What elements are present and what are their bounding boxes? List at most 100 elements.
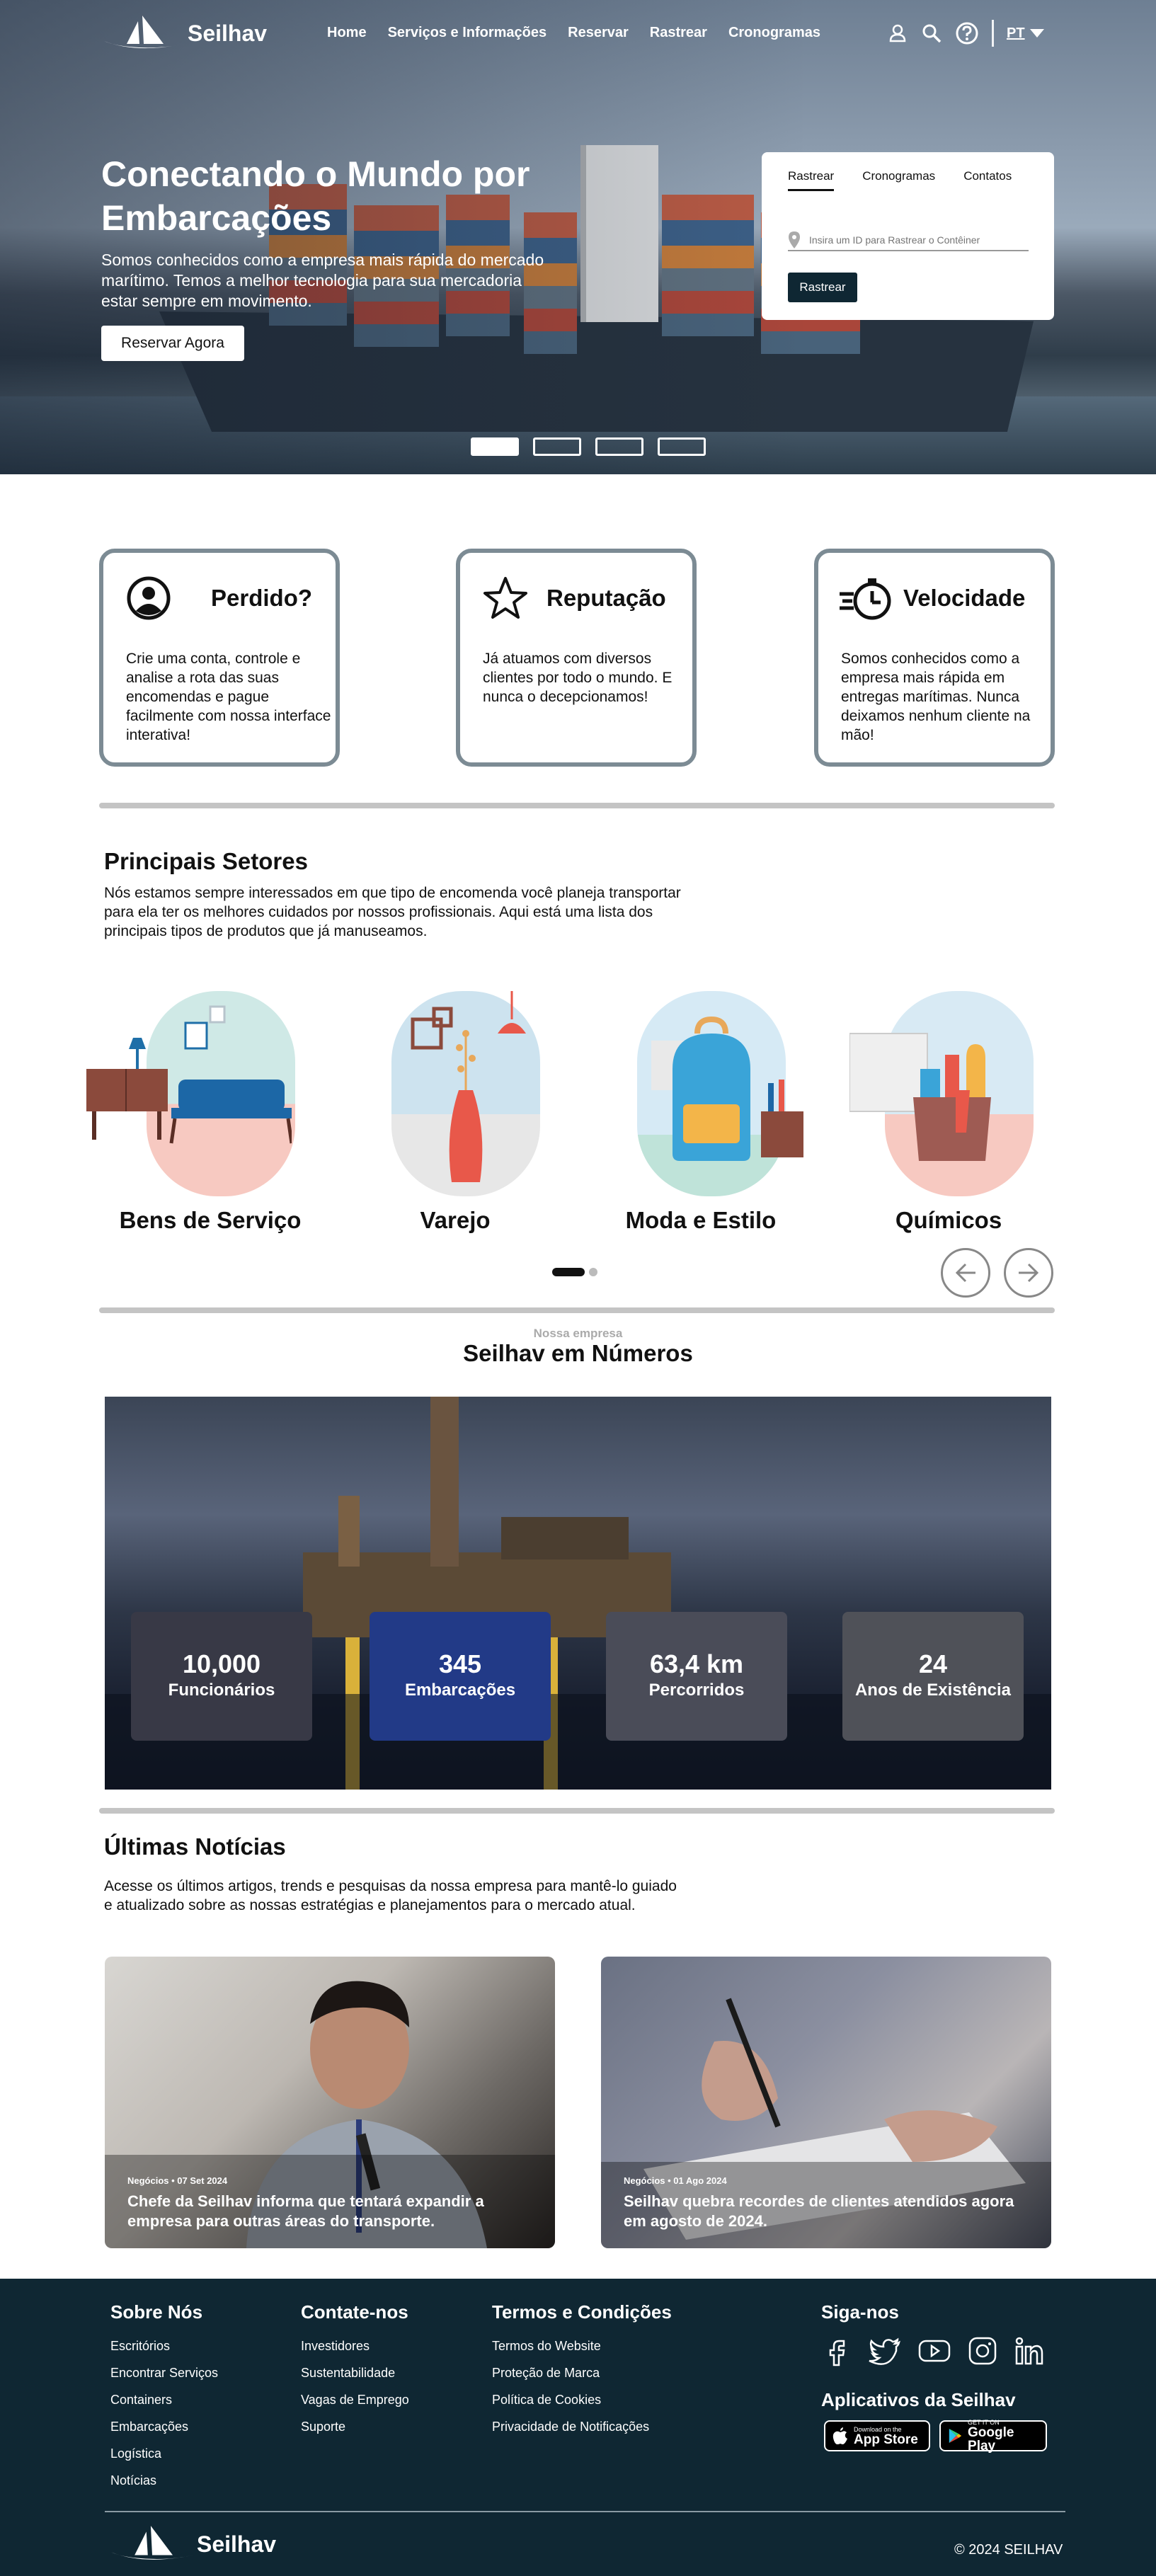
footer-link[interactable]: Vagas de Emprego [301, 2393, 409, 2408]
footer-heading: Siga-nos [821, 2301, 899, 2323]
language-selector[interactable]: PT [1007, 25, 1045, 42]
backpack-illustration [651, 1016, 803, 1161]
feature-title: Reputação [546, 585, 666, 611]
footer-link[interactable]: Sustentabilidade [301, 2366, 409, 2381]
footer-link[interactable]: Notícias [110, 2473, 218, 2488]
carousel-indicators [471, 437, 706, 456]
linkedin-icon[interactable] [1014, 2335, 1045, 2366]
news-text: Acesse os últimos artigos, trends e pesq… [104, 1878, 677, 1913]
location-pin-icon [789, 231, 800, 248]
carousel-dot[interactable] [658, 437, 706, 456]
feature-text: Somos conhecidos como a empresa mais ráp… [841, 651, 1031, 743]
prev-button[interactable] [941, 1248, 990, 1298]
sector-label: Bens de Serviço [119, 1207, 302, 1233]
feature-card-lost: Perdido? Crie uma conta, controle e anal… [99, 549, 340, 767]
footer-link[interactable]: Containers [110, 2393, 218, 2408]
nav-icons: PT [887, 20, 1045, 47]
sector-label: Varejo [420, 1207, 491, 1233]
brand-name: Seilhav [188, 20, 268, 46]
news-card[interactable]: Negócios • 07 Set 2024 Chefe da Seilhav … [105, 1957, 555, 2248]
footer-link[interactable]: Embarcações [110, 2420, 218, 2434]
youtube-icon[interactable] [917, 2335, 951, 2366]
instagram-icon[interactable] [967, 2335, 998, 2366]
copyright: © 2024 SEILHAV [954, 2542, 1063, 2558]
footer-terms: Termos e Condições Termos do Website Pro… [492, 2301, 672, 2446]
carousel-dot[interactable] [471, 437, 519, 456]
top-navbar: Seilhav Home Serviços e Informações Rese… [0, 0, 1156, 67]
social-links [821, 2335, 1045, 2366]
facebook-icon[interactable] [821, 2335, 852, 2366]
footer-brand-logo[interactable]: Seilhav [106, 2523, 276, 2565]
carousel-dot[interactable] [595, 437, 643, 456]
footer-link[interactable]: Escritórios [110, 2339, 218, 2354]
stat-label: Percorridos [648, 1681, 745, 1700]
stat-value: 10,000 [182, 1649, 261, 1678]
brand-name: Seilhav [197, 2531, 277, 2557]
feature-card-reputation: Reputação Já atuamos com diversos client… [456, 549, 697, 767]
nav-divider [992, 20, 994, 47]
sector-card[interactable]: Varejo [349, 991, 561, 1246]
user-icon[interactable] [887, 23, 908, 44]
book-now-button[interactable]: Reservar Agora [101, 326, 244, 361]
footer-link[interactable]: Investidores [301, 2339, 409, 2354]
footer-heading: Sobre Nós [110, 2301, 203, 2323]
news-headline: Chefe da Seilhav informa que tentará exp… [127, 2192, 484, 2230]
search-icon[interactable] [921, 23, 942, 44]
footer-link[interactable]: Privacidade de Notificações [492, 2420, 672, 2434]
help-icon[interactable] [955, 21, 979, 45]
footer-link[interactable]: Proteção de Marca [492, 2366, 672, 2381]
arrow-right-icon [1019, 1263, 1039, 1283]
tracking-id-input[interactable] [809, 234, 1014, 246]
footer-link[interactable]: Política de Cookies [492, 2393, 672, 2408]
nav-track[interactable]: Rastrear [650, 25, 707, 41]
sector-card[interactable]: Químicos [842, 991, 1055, 1246]
carousel-dot[interactable] [533, 437, 581, 456]
pagination-dot[interactable] [589, 1268, 597, 1276]
stat-card: 10,000 Funcionários [131, 1612, 312, 1741]
footer-contact: Contate-nos Investidores Sustentabilidad… [301, 2301, 409, 2446]
brand-logo[interactable]: Seilhav [101, 13, 267, 54]
fast-timer-icon [840, 578, 891, 620]
site-footer: Sobre Nós Escritórios Encontrar Serviços… [0, 2279, 1156, 2576]
track-button[interactable]: Rastrear [788, 273, 857, 302]
news-title: Últimas Notícias [104, 1833, 286, 1860]
nav-services[interactable]: Serviços e Informações [388, 25, 547, 41]
stat-label: Anos de Existência [854, 1681, 1012, 1700]
sailboat-icon [111, 2526, 193, 2560]
footer-link[interactable]: Suporte [301, 2420, 409, 2434]
nav-schedules[interactable]: Cronogramas [728, 25, 820, 41]
footer-link[interactable]: Encontrar Serviços [110, 2366, 218, 2381]
app-store-badge[interactable]: Download on the App Store [824, 2420, 930, 2451]
footer-divider [105, 2511, 1065, 2512]
tracking-widget: Rastrear Cronogramas Contatos Rastrear [762, 152, 1054, 320]
footer-heading: Contate-nos [301, 2301, 408, 2323]
footer-link[interactable]: Logística [110, 2446, 218, 2461]
sector-card[interactable]: Moda e Estilo [595, 991, 807, 1246]
feature-card-speed: Velocidade Somos conhecidos como a empre… [814, 549, 1055, 767]
vase-illustration [411, 991, 526, 1182]
feature-title: Velocidade [903, 585, 1026, 611]
google-play-icon [949, 2428, 962, 2444]
tab-contacts[interactable]: Contatos [963, 169, 1012, 191]
twitter-icon[interactable] [868, 2335, 902, 2366]
google-play-badge[interactable]: GET IT ON Google Play [939, 2419, 1047, 2453]
oil-rig-module [501, 1517, 629, 1559]
stat-card: 24 Anos de Existência [842, 1612, 1024, 1741]
sectors-title: Principais Setores [104, 848, 308, 874]
footer-link[interactable]: Termos do Website [492, 2339, 672, 2354]
feature-title: Perdido? [211, 585, 313, 611]
furniture-illustration [86, 1005, 292, 1144]
sector-card[interactable]: Bens de Serviço [86, 991, 316, 1246]
badge-text: App Store [854, 2432, 918, 2447]
nav-home[interactable]: Home [327, 25, 367, 41]
news-headline: Seilhav quebra recordes de clientes aten… [624, 2192, 1014, 2230]
tab-schedules[interactable]: Cronogramas [862, 169, 935, 191]
tab-track[interactable]: Rastrear [788, 169, 835, 191]
pagination-dot-active[interactable] [552, 1268, 585, 1276]
nav-book[interactable]: Reservar [568, 25, 629, 41]
sector-illustration [849, 991, 1034, 1196]
news-meta: Negócios • 07 Set 2024 [127, 2175, 228, 2186]
next-button[interactable] [1004, 1248, 1053, 1298]
news-card[interactable]: Negócios • 01 Ago 2024 Seilhav quebra re… [601, 1957, 1051, 2248]
stat-label: Funcionários [168, 1681, 275, 1700]
